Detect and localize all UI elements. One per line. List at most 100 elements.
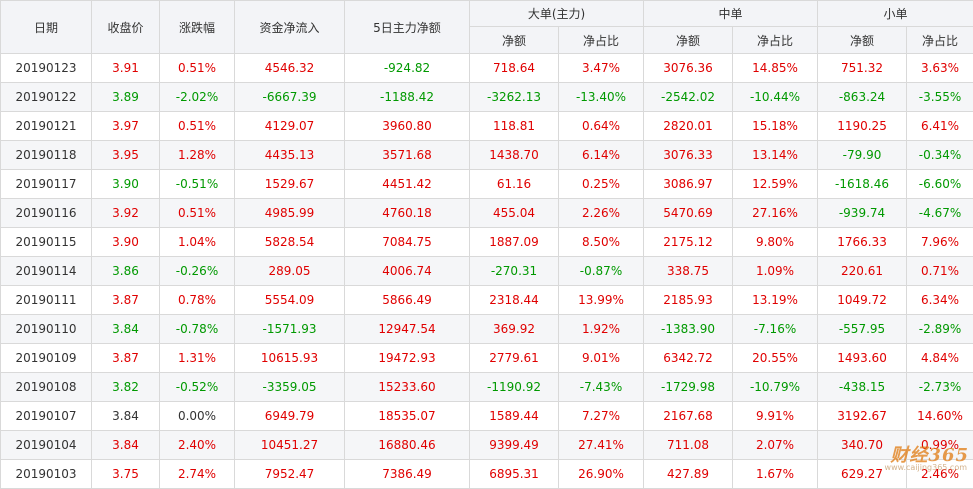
cell-close: 3.87 — [92, 286, 160, 315]
cell-close: 3.95 — [92, 141, 160, 170]
cell-small-ratio: 6.41% — [907, 112, 973, 141]
table-row: 201901073.840.00%6949.7918535.071589.447… — [1, 402, 973, 431]
cell-large-amount: 118.81 — [470, 112, 559, 141]
cell-date: 20190121 — [1, 112, 92, 141]
cell-large-amount: 2318.44 — [470, 286, 559, 315]
cell-change: 0.78% — [160, 286, 235, 315]
cell-large-ratio: 9.01% — [559, 344, 644, 373]
cell-net-inflow: 10451.27 — [235, 431, 345, 460]
cell-medium-ratio: 12.59% — [733, 170, 818, 199]
table-row: 201901183.951.28%4435.133571.681438.706.… — [1, 141, 973, 170]
cell-change: -0.78% — [160, 315, 235, 344]
col-header-large-ratio[interactable]: 净占比 — [559, 27, 644, 54]
table-row: 201901213.970.51%4129.073960.80118.810.6… — [1, 112, 973, 141]
group-header-small: 小单 — [818, 1, 973, 27]
cell-small-ratio: 4.84% — [907, 344, 973, 373]
cell-small-ratio: 0.71% — [907, 257, 973, 286]
cell-date: 20190110 — [1, 315, 92, 344]
cell-net-inflow: 4546.32 — [235, 54, 345, 83]
cell-large-amount: 1438.70 — [470, 141, 559, 170]
cell-close: 3.90 — [92, 170, 160, 199]
cell-change: 2.74% — [160, 460, 235, 489]
cell-large-amount: 1589.44 — [470, 402, 559, 431]
cell-small-ratio: -4.67% — [907, 199, 973, 228]
cell-small-amount: -438.15 — [818, 373, 907, 402]
cell-large-ratio: 13.99% — [559, 286, 644, 315]
table-row: 201901163.920.51%4985.994760.18455.042.2… — [1, 199, 973, 228]
cell-small-amount: -557.95 — [818, 315, 907, 344]
cell-change: -0.26% — [160, 257, 235, 286]
cell-large-ratio: 0.25% — [559, 170, 644, 199]
cell-net-inflow: -1571.93 — [235, 315, 345, 344]
cell-small-ratio: -0.34% — [907, 141, 973, 170]
col-header-net-inflow[interactable]: 资金净流入 — [235, 1, 345, 54]
cell-date: 20190108 — [1, 373, 92, 402]
cell-close: 3.82 — [92, 373, 160, 402]
cell-main-5d: 7084.75 — [345, 228, 470, 257]
cell-small-ratio: 6.34% — [907, 286, 973, 315]
cell-medium-ratio: 1.67% — [733, 460, 818, 489]
col-header-change[interactable]: 涨跌幅 — [160, 1, 235, 54]
cell-main-5d: 12947.54 — [345, 315, 470, 344]
cell-large-amount: 6895.31 — [470, 460, 559, 489]
table-row: 201901103.84-0.78%-1571.9312947.54369.92… — [1, 315, 973, 344]
cell-close: 3.84 — [92, 315, 160, 344]
cell-net-inflow: 6949.79 — [235, 402, 345, 431]
cell-large-ratio: 6.14% — [559, 141, 644, 170]
cell-small-ratio: 3.63% — [907, 54, 973, 83]
cell-medium-ratio: -10.44% — [733, 83, 818, 112]
cell-small-amount: -79.90 — [818, 141, 907, 170]
cell-close: 3.84 — [92, 431, 160, 460]
cell-medium-ratio: 2.07% — [733, 431, 818, 460]
cell-large-amount: 61.16 — [470, 170, 559, 199]
cell-large-amount: 369.92 — [470, 315, 559, 344]
cell-small-amount: 220.61 — [818, 257, 907, 286]
cell-small-amount: -863.24 — [818, 83, 907, 112]
col-header-medium-amount[interactable]: 净额 — [644, 27, 733, 54]
cell-date: 20190104 — [1, 431, 92, 460]
cell-medium-amount: 3076.36 — [644, 54, 733, 83]
cell-main-5d: 18535.07 — [345, 402, 470, 431]
col-header-main-5d[interactable]: 5日主力净额 — [345, 1, 470, 54]
cell-medium-ratio: 1.09% — [733, 257, 818, 286]
cell-large-amount: 2779.61 — [470, 344, 559, 373]
cell-small-ratio: -2.73% — [907, 373, 973, 402]
cell-net-inflow: 289.05 — [235, 257, 345, 286]
cell-main-5d: 15233.60 — [345, 373, 470, 402]
cell-close: 3.86 — [92, 257, 160, 286]
cell-small-ratio: 2.46% — [907, 460, 973, 489]
cell-medium-ratio: 13.19% — [733, 286, 818, 315]
cell-medium-amount: 3076.33 — [644, 141, 733, 170]
cell-date: 20190122 — [1, 83, 92, 112]
cell-large-ratio: 3.47% — [559, 54, 644, 83]
col-header-date[interactable]: 日期 — [1, 1, 92, 54]
cell-net-inflow: 7952.47 — [235, 460, 345, 489]
cell-medium-ratio: 20.55% — [733, 344, 818, 373]
cell-small-amount: 751.32 — [818, 54, 907, 83]
cell-medium-amount: -1729.98 — [644, 373, 733, 402]
cell-large-ratio: 27.41% — [559, 431, 644, 460]
col-header-large-amount[interactable]: 净额 — [470, 27, 559, 54]
cell-large-amount: -1190.92 — [470, 373, 559, 402]
cell-close: 3.97 — [92, 112, 160, 141]
cell-large-ratio: 7.27% — [559, 402, 644, 431]
col-header-medium-ratio[interactable]: 净占比 — [733, 27, 818, 54]
cell-net-inflow: 10615.93 — [235, 344, 345, 373]
cell-change: 1.04% — [160, 228, 235, 257]
cell-net-inflow: -3359.05 — [235, 373, 345, 402]
col-header-close[interactable]: 收盘价 — [92, 1, 160, 54]
cell-date: 20190115 — [1, 228, 92, 257]
cell-main-5d: 16880.46 — [345, 431, 470, 460]
table-row: 201901043.842.40%10451.2716880.469399.49… — [1, 431, 973, 460]
cell-net-inflow: 1529.67 — [235, 170, 345, 199]
col-header-small-ratio[interactable]: 净占比 — [907, 27, 973, 54]
cell-date: 20190109 — [1, 344, 92, 373]
cell-medium-amount: 3086.97 — [644, 170, 733, 199]
cell-main-5d: 4006.74 — [345, 257, 470, 286]
cell-date: 20190103 — [1, 460, 92, 489]
cell-small-amount: 1766.33 — [818, 228, 907, 257]
cell-small-ratio: -2.89% — [907, 315, 973, 344]
col-header-small-amount[interactable]: 净额 — [818, 27, 907, 54]
table-row: 201901083.82-0.52%-3359.0515233.60-1190.… — [1, 373, 973, 402]
cell-large-ratio: 0.64% — [559, 112, 644, 141]
